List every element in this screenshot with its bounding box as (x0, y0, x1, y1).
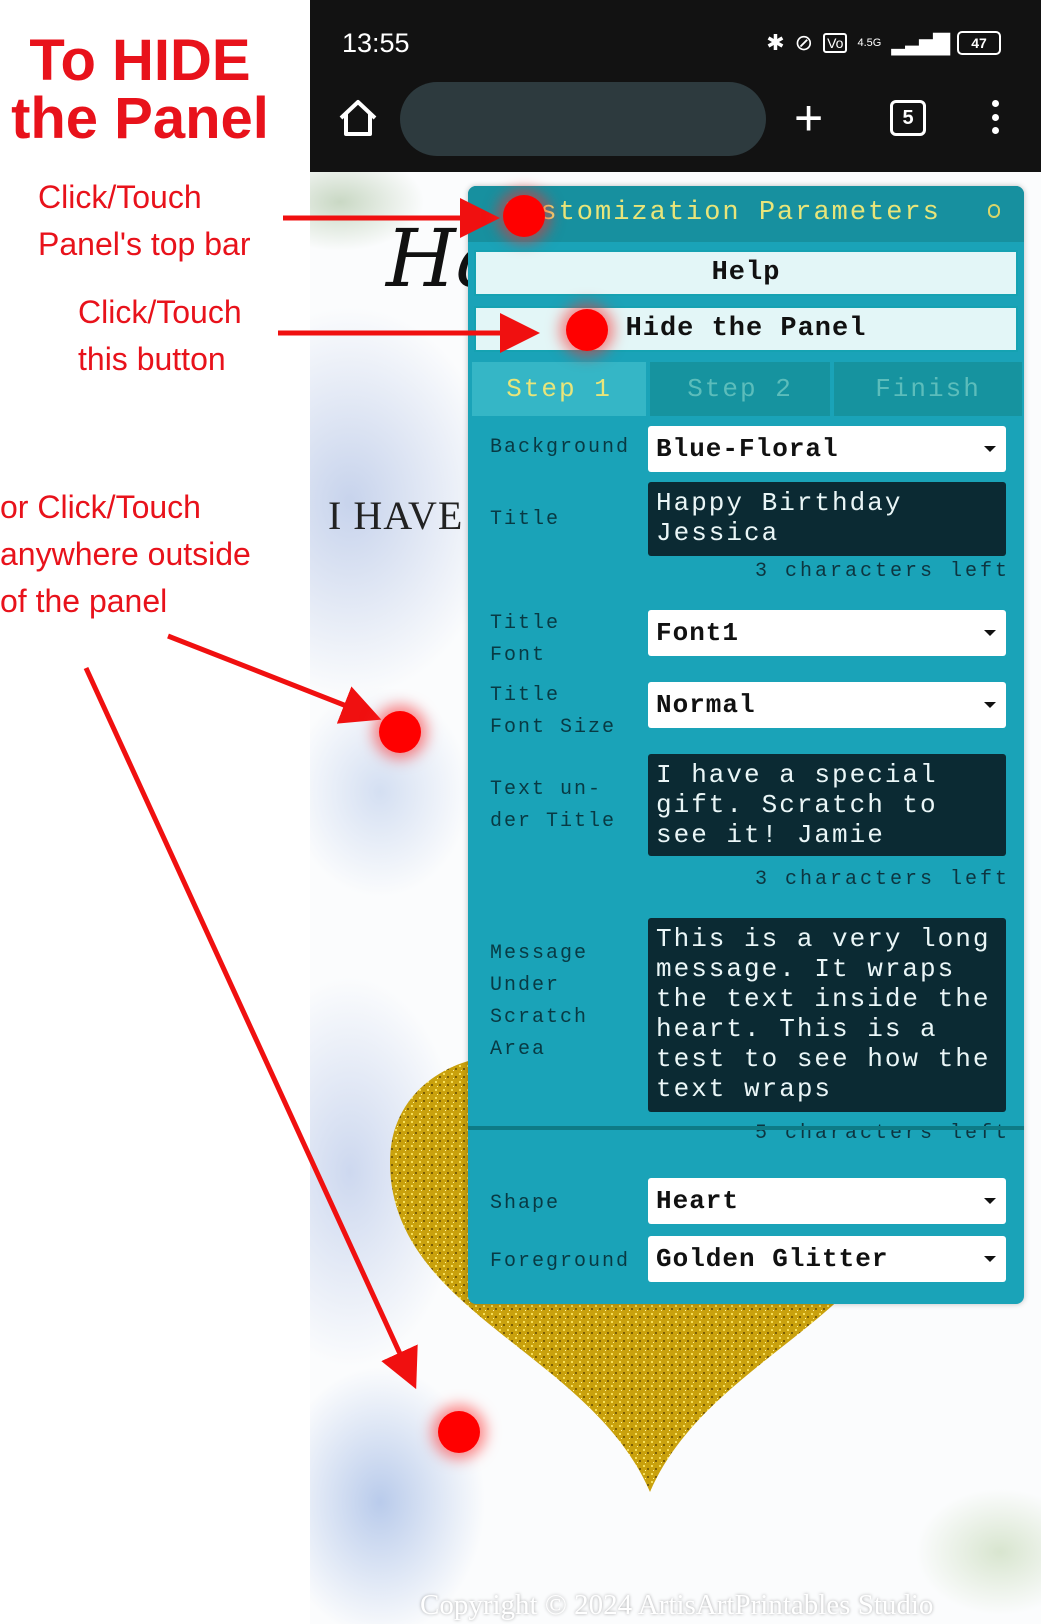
touch-point-top-bar (503, 195, 545, 237)
title-font-size-value: Normal (656, 690, 756, 720)
status-bar: 13:55 ✱ ⊘ Vo 4.5G ▂▃▅▇ 47 + 5 (310, 0, 1041, 172)
customization-panel: Customization Parameters Help Hide the P… (468, 186, 1024, 1304)
foreground-label: Foreground (490, 1250, 631, 1273)
outside-hint: or Click/Touch anywhere outside of the p… (0, 489, 251, 619)
subtitle-char-count: 3 characters left (754, 868, 1010, 891)
page-intro-text: I HAVE (328, 493, 464, 538)
panel-tabs: Step 1 Step 2 Finish (468, 362, 1024, 416)
new-tab-icon[interactable]: + (794, 90, 823, 146)
signal-icon: ▂▃▅▇ (891, 30, 950, 55)
title-font-size-label: Title Font Size (490, 684, 617, 739)
background-value: Blue-Floral (656, 434, 839, 464)
title-font-select[interactable]: Font1 (648, 610, 1006, 656)
title-textarea[interactable]: Happy Birthday Jessica (648, 482, 1006, 556)
title-char-count: 3 characters left (754, 560, 1010, 583)
instruction-title: To HIDE the Panel (11, 28, 269, 151)
button-hint: Click/Touch this button (78, 294, 242, 377)
battery-level: 47 (971, 35, 987, 51)
message-textarea[interactable]: This is a very long message. It wraps th… (648, 918, 1006, 1112)
title-label: Title (490, 508, 561, 531)
network-label: 4.5G (857, 36, 882, 49)
help-button[interactable]: Help (474, 250, 1018, 296)
battery-icon: 47 (957, 31, 1001, 55)
tab-finish[interactable]: Finish (834, 362, 1022, 416)
background-label: Background (490, 436, 631, 459)
touch-point-hide-button (566, 309, 608, 351)
subtitle-label: Text un-der Title (490, 778, 617, 833)
menu-icon[interactable] (990, 100, 1000, 134)
message-label: Message Under Scratch Area (490, 942, 589, 1061)
panel-top-bar[interactable]: Customization Parameters (468, 186, 1024, 242)
hide-panel-button[interactable]: Hide the Panel (474, 306, 1018, 352)
chevron-down-icon (984, 1256, 996, 1262)
touch-point-outside-1 (379, 711, 421, 753)
address-bar[interactable] (400, 82, 766, 156)
panel-divider (468, 1126, 1024, 1130)
volte-icon: Vo (823, 33, 848, 53)
network-type: 4.5G (857, 36, 882, 49)
status-time: 13:55 (342, 28, 410, 58)
status-icons: ✱ ⊘ Vo 4.5G ▂▃▅▇ 47 (766, 30, 1001, 56)
subtitle-textarea[interactable]: I have a special gift. Scratch to see it… (648, 754, 1006, 856)
top-bar-hint: Click/Touch Panel's top bar (38, 179, 251, 262)
shape-label: Shape (490, 1192, 561, 1215)
panel-toggle-icon[interactable] (988, 204, 1000, 218)
bluetooth-icon: ✱ (766, 30, 785, 55)
chevron-down-icon (984, 702, 996, 708)
touch-point-outside-2 (438, 1411, 480, 1453)
chevron-down-icon (984, 630, 996, 636)
tab-count-button[interactable]: 5 (890, 100, 926, 136)
foreground-value: Golden Glitter (656, 1244, 889, 1274)
tab-step-2[interactable]: Step 2 (650, 362, 830, 416)
chevron-down-icon (984, 1198, 996, 1204)
link-icon: ⊘ (794, 30, 814, 55)
panel-title: Customization Parameters (504, 198, 941, 228)
title-font-size-select[interactable]: Normal (648, 682, 1006, 728)
copyright-text: Copyright © 2024 ArtisArtPrintables Stud… (420, 1589, 934, 1621)
phone-screenshot: 13:55 ✱ ⊘ Vo 4.5G ▂▃▅▇ 47 + 5 Ha I HAVE (310, 0, 1041, 1624)
shape-value: Heart (656, 1186, 740, 1216)
chevron-down-icon (984, 446, 996, 452)
shape-select[interactable]: Heart (648, 1178, 1006, 1224)
panel-step-1-form: Background Blue-Floral Title Happy Birth… (474, 418, 1018, 1298)
foreground-select[interactable]: Golden Glitter (648, 1236, 1006, 1282)
title-font-label: Title Font (490, 612, 561, 667)
tab-count: 5 (902, 106, 914, 129)
home-icon[interactable] (336, 96, 380, 140)
background-select[interactable]: Blue-Floral (648, 426, 1006, 472)
tab-step-1[interactable]: Step 1 (472, 362, 646, 416)
title-font-value: Font1 (656, 618, 740, 648)
